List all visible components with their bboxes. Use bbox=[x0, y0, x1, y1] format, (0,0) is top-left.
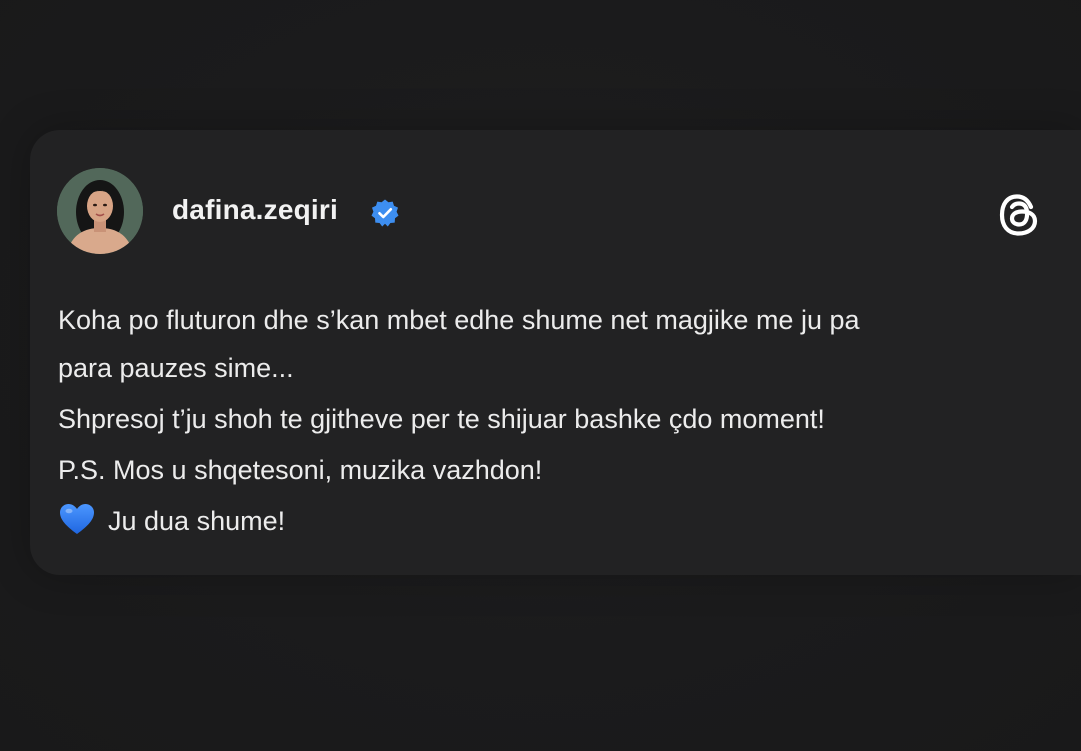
blue-heart-icon bbox=[60, 504, 94, 534]
post-line: Koha po fluturon dhe s’kan mbet edhe shu… bbox=[58, 305, 860, 335]
screen: dafina.zeqiri Koha po fluturon dhe s’kan… bbox=[0, 0, 1081, 751]
post-text: Koha po fluturon dhe s’kan mbet edhe shu… bbox=[58, 296, 1058, 545]
threads-logo-icon[interactable] bbox=[995, 190, 1045, 240]
post-line: para pauzes sime... bbox=[58, 353, 294, 383]
post-line: P.S. Mos u shqetesoni, muzika vazhdon! bbox=[58, 455, 543, 485]
profile-photo bbox=[57, 168, 143, 254]
post-line-text: Ju dua shume! bbox=[108, 506, 286, 536]
post-line: Shpresoj t’ju shoh te gjitheve per te sh… bbox=[58, 404, 825, 434]
verified-badge-icon bbox=[371, 199, 399, 227]
threads-post-card[interactable]: dafina.zeqiri Koha po fluturon dhe s’kan… bbox=[30, 130, 1081, 575]
post-line-closing: Ju dua shume! bbox=[58, 497, 1058, 545]
avatar[interactable] bbox=[57, 168, 143, 254]
username[interactable]: dafina.zeqiri bbox=[172, 194, 338, 226]
